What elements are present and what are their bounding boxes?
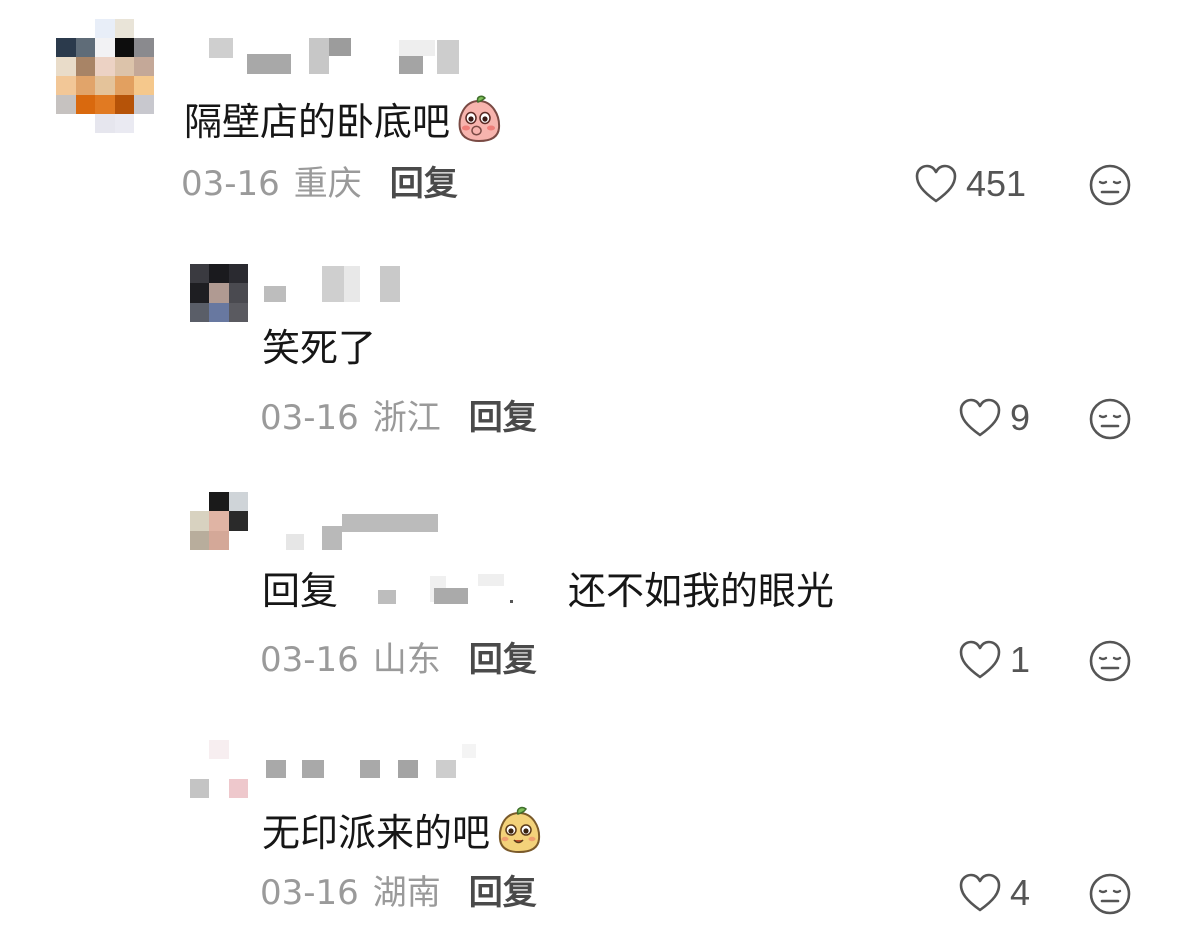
comment-date: 03-16 xyxy=(260,873,359,913)
potato-smug-emoji xyxy=(498,806,541,854)
like-count: 451 xyxy=(966,163,1027,204)
dislike-icon[interactable] xyxy=(1088,872,1132,916)
comment-meta: 03-16 湖南 回复 xyxy=(260,876,537,910)
reply-button[interactable]: 回复 xyxy=(469,398,537,438)
username-text: ████ xyxy=(280,510,281,511)
comment-date: 03-16 xyxy=(260,398,359,438)
username-text: █████ xyxy=(266,752,267,753)
like-count: 4 xyxy=(1010,872,1031,913)
comment-text: 回复 ███ 还不如我的眼光 xyxy=(262,572,834,610)
username-text: ████ xyxy=(205,34,206,35)
dislike-icon[interactable] xyxy=(1088,639,1132,683)
comment-date: 03-16 xyxy=(260,640,359,680)
like-count: 1 xyxy=(1010,639,1031,680)
comment-text-content: 隔壁店的卧底吧 xyxy=(184,100,451,144)
username[interactable]: ████ xyxy=(205,34,485,80)
comment-text: 笑死了 xyxy=(262,329,376,367)
like-button[interactable]: 9 xyxy=(958,397,1030,439)
like-button[interactable]: 4 xyxy=(958,872,1030,914)
comment-region: 浙江 xyxy=(372,398,441,438)
comment-text-content: 笑死了 xyxy=(262,326,377,370)
comment-meta: 03-16 浙江 回复 xyxy=(260,401,537,435)
like-button[interactable]: 1 xyxy=(958,639,1030,681)
avatar[interactable] xyxy=(190,740,248,798)
reply-target-username[interactable]: ███ xyxy=(368,574,538,608)
comment-meta: 03-16 山东 回复 xyxy=(260,643,537,677)
comment-meta: 03-16 重庆 回复 xyxy=(181,167,458,201)
username[interactable]: ████ xyxy=(280,510,480,556)
comment-text: 隔壁店的卧底吧 xyxy=(184,95,504,143)
comment-region: 重庆 xyxy=(293,164,362,204)
comment-region: 山东 xyxy=(372,640,441,680)
dislike-icon[interactable] xyxy=(1088,397,1132,441)
reply-button[interactable]: 回复 xyxy=(469,873,537,913)
heart-icon xyxy=(959,398,1001,437)
avatar[interactable] xyxy=(190,492,248,550)
username-text: ███ xyxy=(262,262,263,263)
username[interactable]: ███ xyxy=(262,262,442,308)
heart-icon xyxy=(915,164,957,203)
comment-region: 湖南 xyxy=(372,873,441,913)
heart-icon xyxy=(959,873,1001,912)
comment-date: 03-16 xyxy=(181,164,280,204)
peach-cover-mouth-emoji xyxy=(458,95,501,143)
reply-button[interactable]: 回复 xyxy=(469,640,537,680)
comment-text-content: 无印派来的吧 xyxy=(262,811,491,855)
reply-button[interactable]: 回复 xyxy=(390,164,458,204)
avatar[interactable] xyxy=(56,19,154,133)
username[interactable]: █████ xyxy=(266,744,476,798)
comment-text-content: 还不如我的眼光 xyxy=(568,569,835,613)
like-button[interactable]: 451 xyxy=(914,163,1026,205)
like-count: 9 xyxy=(1010,397,1031,438)
avatar[interactable] xyxy=(190,264,248,322)
reply-prefix: 回复 xyxy=(262,569,339,613)
heart-icon xyxy=(959,640,1001,679)
comment-text: 无印派来的吧 xyxy=(262,806,544,854)
dislike-icon[interactable] xyxy=(1088,163,1132,207)
